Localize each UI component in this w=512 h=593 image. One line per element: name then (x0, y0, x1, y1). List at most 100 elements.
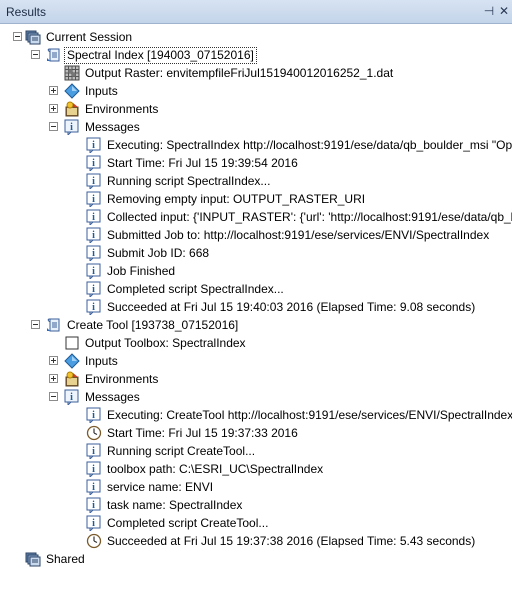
tree-item-label: Start Time: Fri Jul 15 19:39:54 2016 (107, 156, 298, 170)
tree-item-label: Submit Job ID: 668 (107, 246, 210, 260)
tree-row[interactable]: Create Tool [193738_07152016] (0, 316, 512, 334)
tree-item-label: Environments (85, 372, 159, 386)
tree-item-label: task name: SpectralIndex (107, 498, 243, 512)
tree-row[interactable]: i Completed script SpectralIndex... (0, 280, 512, 299)
tree-item-label: Current Session (46, 30, 133, 44)
tree-item-label: Running script CreateTool... (107, 444, 256, 458)
info-icon: i (86, 245, 102, 263)
session-icon (25, 29, 41, 45)
tree-item-label: Succeeded at Fri Jul 15 19:37:38 2016 (E… (107, 534, 476, 548)
tree-item-label: Running script SpectralIndex... (107, 174, 271, 188)
tree-row[interactable]: i Collected input: {'INPUT_RASTER': {'url… (0, 208, 512, 227)
svg-text:i: i (92, 194, 95, 205)
tree-item-label: Executing: CreateTool http://localhost:9… (107, 408, 512, 422)
info-icon: i (86, 479, 102, 497)
results-title-bar: Results ⊣ ✕ (0, 0, 512, 24)
tree-row[interactable]: Output Toolbox: SpectralIndex (0, 334, 512, 352)
tree-row[interactable]: Shared (0, 550, 512, 568)
info-icon: i (86, 461, 102, 479)
collapse-icon[interactable] (31, 320, 40, 329)
tree-item-label: Spectral Index [194003_07152016] (64, 47, 257, 64)
svg-text:i: i (92, 482, 95, 493)
svg-text:i: i (92, 518, 95, 529)
tree-row[interactable]: Output Raster: envitempfileFriJul1519400… (0, 64, 512, 82)
tree-row[interactable]: i task name: SpectralIndex (0, 496, 512, 515)
expand-icon[interactable] (49, 104, 58, 113)
svg-text:i: i (92, 212, 95, 223)
messages-icon: i (64, 119, 80, 137)
pin-icon[interactable]: ⊣ (482, 4, 496, 18)
tree-row[interactable]: i Completed script CreateTool... (0, 514, 512, 533)
svg-text:i: i (92, 230, 95, 241)
collapse-icon[interactable] (49, 392, 58, 401)
tree-row[interactable]: i Start Time: Fri Jul 15 19:39:54 2016 (0, 154, 512, 173)
script-result-icon (46, 317, 62, 333)
collapse-icon[interactable] (31, 50, 40, 59)
tree-item-label: toolbox path: C:\ESRI_UC\SpectralIndex (107, 462, 324, 476)
tree-row[interactable]: Current Session (0, 28, 512, 46)
window-title: Results (6, 5, 47, 19)
tree-item-label: Completed script SpectralIndex... (107, 282, 284, 296)
expand-icon[interactable] (49, 356, 58, 365)
info-icon: i (86, 515, 102, 533)
tree-row[interactable]: i Messages (0, 388, 512, 407)
info-icon: i (86, 443, 102, 461)
tree-item-label: Shared (46, 552, 85, 566)
clock-icon (86, 533, 102, 549)
session-icon (25, 551, 41, 567)
tree-item-label: Create Tool [193738_07152016] (67, 318, 239, 332)
tree-row[interactable]: i Removing empty input: OUTPUT_RASTER_URI (0, 190, 512, 209)
toolbox-output-icon (64, 335, 80, 351)
tree-row[interactable]: Environments (0, 370, 512, 388)
tree-row[interactable]: i Submitted Job to: http://localhost:9191… (0, 226, 512, 245)
tree-item-label: Output Raster: envitempfileFriJul1519400… (85, 66, 394, 80)
tree-item-label: Removing empty input: OUTPUT_RASTER_URI (107, 192, 366, 206)
script-result-icon (46, 47, 62, 63)
tree-item-label: Messages (85, 120, 140, 134)
svg-text:i: i (92, 302, 95, 313)
tree-row[interactable]: Start Time: Fri Jul 15 19:37:33 2016 (0, 424, 512, 442)
tree-item-label: Job Finished (107, 264, 176, 278)
svg-text:i: i (70, 392, 73, 403)
tree-row[interactable]: Spectral Index [194003_07152016] (0, 46, 512, 64)
tree-row[interactable]: i Executing: CreateTool http://localhost:… (0, 406, 512, 425)
svg-text:i: i (70, 122, 73, 133)
tree-row[interactable]: i toolbox path: C:\ESRI_UC\SpectralIndex (0, 460, 512, 479)
info-icon: i (86, 191, 102, 209)
tree-row[interactable]: i service name: ENVI (0, 478, 512, 497)
expand-icon[interactable] (49, 374, 58, 383)
tree-item-label: Collected input: {'INPUT_RASTER': {'url'… (107, 210, 512, 224)
inputs-icon (64, 83, 80, 99)
tree-row[interactable]: i Executing: SpectralIndex http://localho… (0, 136, 512, 155)
results-tree[interactable]: Current Session Spectral Index [194003_07… (0, 24, 512, 593)
tree-row[interactable]: i Messages (0, 118, 512, 137)
collapse-icon[interactable] (13, 32, 22, 41)
tree-row[interactable]: Succeeded at Fri Jul 15 19:37:38 2016 (E… (0, 532, 512, 550)
svg-text:i: i (92, 266, 95, 277)
tree-row[interactable]: i Succeeded at Fri Jul 15 19:40:03 2016 (… (0, 298, 512, 317)
info-icon: i (86, 497, 102, 515)
environments-icon (64, 101, 80, 117)
collapse-icon[interactable] (49, 122, 58, 131)
close-icon[interactable]: ✕ (497, 4, 511, 18)
raster-icon (64, 65, 80, 81)
svg-text:i: i (92, 500, 95, 511)
svg-text:i: i (92, 446, 95, 457)
environments-icon (64, 371, 80, 387)
tree-item-label: Succeeded at Fri Jul 15 19:40:03 2016 (E… (107, 300, 476, 314)
tree-row[interactable]: Environments (0, 100, 512, 118)
tree-item-label: Executing: SpectralIndex http://localhos… (107, 138, 512, 152)
tree-row[interactable]: i Job Finished (0, 262, 512, 281)
info-icon: i (86, 155, 102, 173)
tree-row[interactable]: Inputs (0, 352, 512, 370)
expand-icon[interactable] (49, 86, 58, 95)
clock-icon (86, 425, 102, 441)
tree-row[interactable]: i Running script SpectralIndex... (0, 172, 512, 191)
tree-item-label: Inputs (85, 84, 118, 98)
tree-item-label: Messages (85, 390, 140, 404)
tree-row[interactable]: i Submit Job ID: 668 (0, 244, 512, 263)
tree-item-label: service name: ENVI (107, 480, 214, 494)
tree-row[interactable]: Inputs (0, 82, 512, 100)
tree-row[interactable]: i Running script CreateTool... (0, 442, 512, 461)
info-icon: i (86, 173, 102, 191)
